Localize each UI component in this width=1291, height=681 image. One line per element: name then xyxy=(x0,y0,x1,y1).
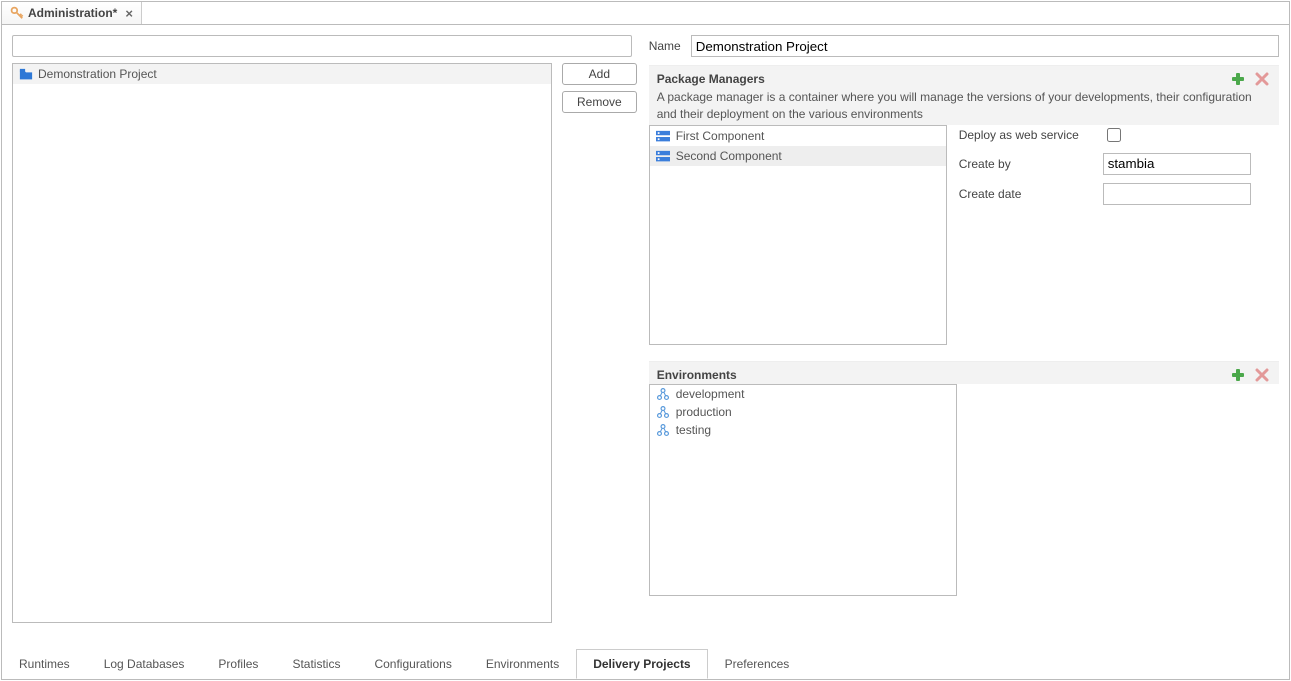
package-managers-desc: A package manager is a container where y… xyxy=(657,89,1271,123)
folder-icon xyxy=(19,68,33,80)
environments-list[interactable]: development production testing xyxy=(649,384,957,596)
remove-environment-icon[interactable] xyxy=(1255,368,1269,382)
environments-header: Environments xyxy=(649,361,1279,384)
left-pane: Demonstration Project Add Remove xyxy=(12,35,637,632)
admin-window: Administration* × Demonstration Project … xyxy=(1,1,1290,680)
tab-runtimes[interactable]: Runtimes xyxy=(2,649,87,679)
bottom-tabs: Runtimes Log Databases Profiles Statisti… xyxy=(2,649,1289,679)
right-pane: Name Package Managers A package manager … xyxy=(649,35,1279,632)
package-managers-header: Package Managers A package manager is a … xyxy=(649,65,1279,125)
tab-environments[interactable]: Environments xyxy=(469,649,576,679)
env-item-label: development xyxy=(676,387,745,401)
pm-item-label: First Component xyxy=(676,129,765,143)
project-tree[interactable]: Demonstration Project xyxy=(12,63,552,623)
env-item-testing[interactable]: testing xyxy=(650,421,956,439)
tab-profiles[interactable]: Profiles xyxy=(201,649,275,679)
environment-icon xyxy=(656,423,670,437)
component-icon xyxy=(656,150,670,162)
deploy-label: Deploy as web service xyxy=(959,128,1103,142)
env-item-label: production xyxy=(676,405,732,419)
tab-administration[interactable]: Administration* × xyxy=(2,2,142,24)
env-item-production[interactable]: production xyxy=(650,403,956,421)
add-environment-icon[interactable] xyxy=(1231,368,1245,382)
project-label: Demonstration Project xyxy=(38,67,157,81)
button-column: Add Remove xyxy=(562,63,637,632)
project-item[interactable]: Demonstration Project xyxy=(13,64,551,84)
tab-bar: Administration* × xyxy=(2,2,1289,25)
add-package-icon[interactable] xyxy=(1231,72,1245,86)
create-by-input[interactable] xyxy=(1103,153,1251,175)
environment-icon xyxy=(656,405,670,419)
tab-title: Administration* xyxy=(28,6,117,20)
env-item-label: testing xyxy=(676,423,711,437)
environment-icon xyxy=(656,387,670,401)
content: Demonstration Project Add Remove Name Pa… xyxy=(2,25,1289,642)
package-managers-list[interactable]: First Component Second Component xyxy=(649,125,947,345)
package-managers-title: Package Managers xyxy=(657,72,1271,86)
name-row: Name xyxy=(649,35,1279,57)
pm-item-label: Second Component xyxy=(676,149,782,163)
close-icon[interactable]: × xyxy=(125,7,133,20)
remove-package-icon[interactable] xyxy=(1255,72,1269,86)
component-icon xyxy=(656,130,670,142)
environments-section: Environments d xyxy=(649,361,1279,596)
name-label: Name xyxy=(649,39,683,53)
tab-configurations[interactable]: Configurations xyxy=(357,649,468,679)
tab-preferences[interactable]: Preferences xyxy=(708,649,807,679)
tab-log-databases[interactable]: Log Databases xyxy=(87,649,202,679)
filter-input[interactable] xyxy=(12,35,632,57)
add-button[interactable]: Add xyxy=(562,63,637,85)
deploy-checkbox[interactable] xyxy=(1107,128,1121,142)
create-date-label: Create date xyxy=(959,187,1103,201)
name-input[interactable] xyxy=(691,35,1279,57)
pm-item-second[interactable]: Second Component xyxy=(650,146,946,166)
create-by-label: Create by xyxy=(959,157,1103,171)
remove-button[interactable]: Remove xyxy=(562,91,637,113)
env-item-development[interactable]: development xyxy=(650,385,956,403)
pm-item-first[interactable]: First Component xyxy=(650,126,946,146)
package-manager-form: Deploy as web service Create by Create d… xyxy=(959,125,1279,345)
package-managers-body: First Component Second Component Deploy … xyxy=(649,125,1279,345)
tab-statistics[interactable]: Statistics xyxy=(275,649,357,679)
key-icon xyxy=(10,6,24,20)
environments-title: Environments xyxy=(657,368,1271,382)
create-date-input[interactable] xyxy=(1103,183,1251,205)
tab-delivery-projects[interactable]: Delivery Projects xyxy=(576,649,707,679)
